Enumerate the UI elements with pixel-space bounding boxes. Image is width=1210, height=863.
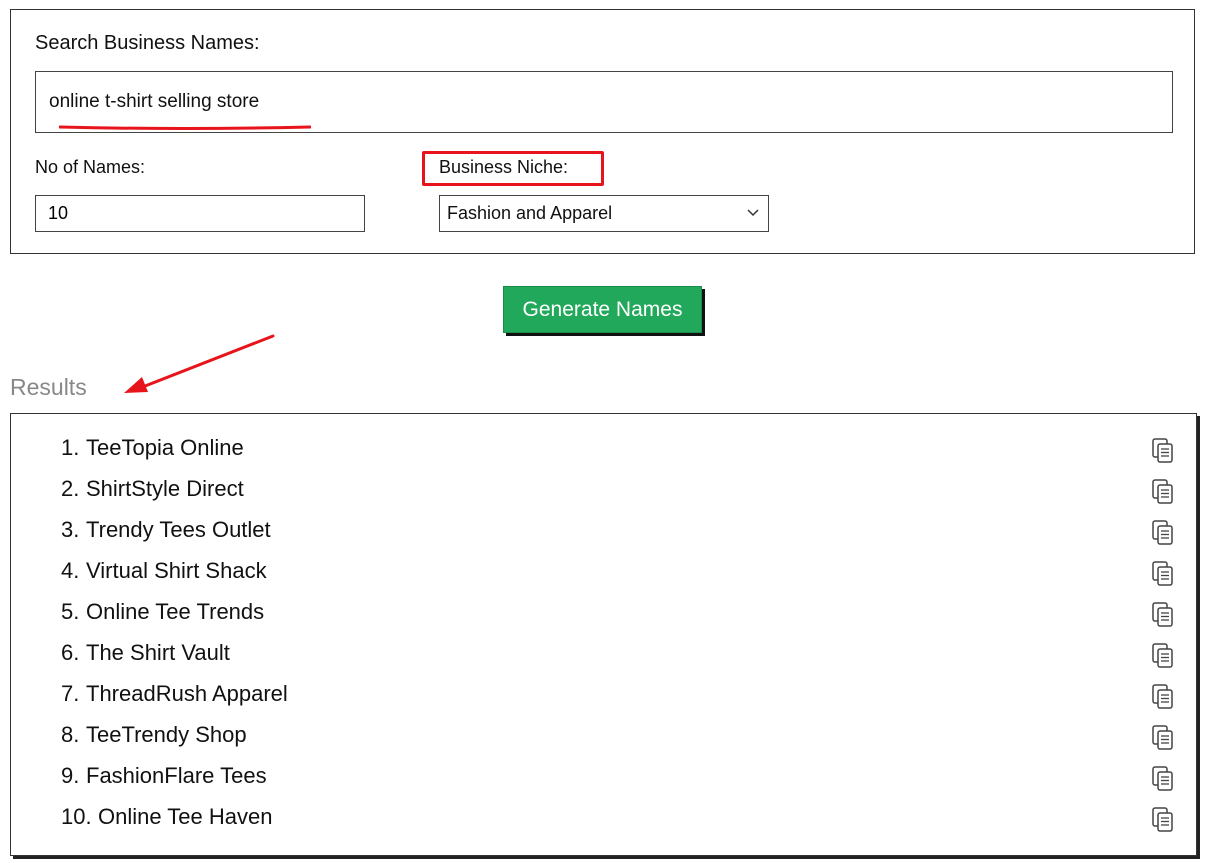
- copy-icon[interactable]: [1152, 684, 1174, 710]
- result-number: 5.: [61, 599, 80, 624]
- annotation-arrow: [124, 334, 275, 393]
- niche-select[interactable]: Fashion and Apparel: [439, 195, 769, 232]
- copy-icon[interactable]: [1152, 561, 1174, 587]
- result-item: 3. Trendy Tees Outlet: [11, 512, 1196, 553]
- result-item: 8. TeeTrendy Shop: [11, 717, 1196, 758]
- chevron-down-icon: [747, 209, 759, 217]
- result-name: TeeTopia Online: [86, 435, 244, 460]
- copy-icon[interactable]: [1152, 643, 1174, 669]
- copy-icon[interactable]: [1152, 602, 1174, 628]
- result-number: 2.: [61, 476, 80, 501]
- result-name: The Shirt Vault: [86, 640, 230, 665]
- search-form: Search Business Names: No of Names: Busi…: [10, 9, 1195, 254]
- result-name: ShirtStyle Direct: [86, 476, 244, 501]
- count-label: No of Names:: [35, 157, 146, 177]
- copy-icon[interactable]: [1152, 438, 1174, 464]
- result-number: 4.: [61, 558, 80, 583]
- result-number: 10.: [61, 804, 92, 829]
- result-item: 6. The Shirt Vault: [11, 635, 1196, 676]
- generate-names-button[interactable]: Generate Names: [503, 286, 702, 333]
- copy-icon[interactable]: [1152, 725, 1174, 751]
- result-item: 7. ThreadRush Apparel: [11, 676, 1196, 717]
- result-number: 7.: [61, 681, 80, 706]
- niche-select-value: Fashion and Apparel: [447, 203, 613, 223]
- results-heading: Results: [10, 374, 87, 400]
- results-list: 1. TeeTopia Online 2. ShirtStyle Direct: [11, 430, 1196, 840]
- result-number: 1.: [61, 435, 80, 460]
- result-name: TeeTrendy Shop: [86, 722, 247, 747]
- copy-icon[interactable]: [1152, 520, 1174, 546]
- search-input[interactable]: [35, 71, 1173, 133]
- result-name: ThreadRush Apparel: [86, 681, 288, 706]
- result-name: Online Tee Trends: [86, 599, 265, 624]
- search-label: Search Business Names:: [35, 32, 260, 54]
- result-item: 4. Virtual Shirt Shack: [11, 553, 1196, 594]
- copy-icon[interactable]: [1152, 807, 1174, 833]
- result-number: 6.: [61, 640, 80, 665]
- copy-icon[interactable]: [1152, 766, 1174, 792]
- result-number: 3.: [61, 517, 80, 542]
- result-item: 10. Online Tee Haven: [11, 799, 1196, 840]
- result-item: 2. ShirtStyle Direct: [11, 471, 1196, 512]
- result-name: Trendy Tees Outlet: [86, 517, 271, 542]
- result-name: FashionFlare Tees: [86, 763, 267, 788]
- copy-icon[interactable]: [1152, 479, 1174, 505]
- result-item: 9. FashionFlare Tees: [11, 758, 1196, 799]
- result-name: Online Tee Haven: [98, 804, 273, 829]
- result-item: 1. TeeTopia Online: [11, 430, 1196, 471]
- result-number: 8.: [61, 722, 80, 747]
- count-input[interactable]: [35, 195, 365, 232]
- results-panel: 1. TeeTopia Online 2. ShirtStyle Direct: [10, 413, 1197, 856]
- niche-label: Business Niche:: [439, 157, 569, 177]
- result-number: 9.: [61, 763, 80, 788]
- result-name: Virtual Shirt Shack: [86, 558, 267, 583]
- result-item: 5. Online Tee Trends: [11, 594, 1196, 635]
